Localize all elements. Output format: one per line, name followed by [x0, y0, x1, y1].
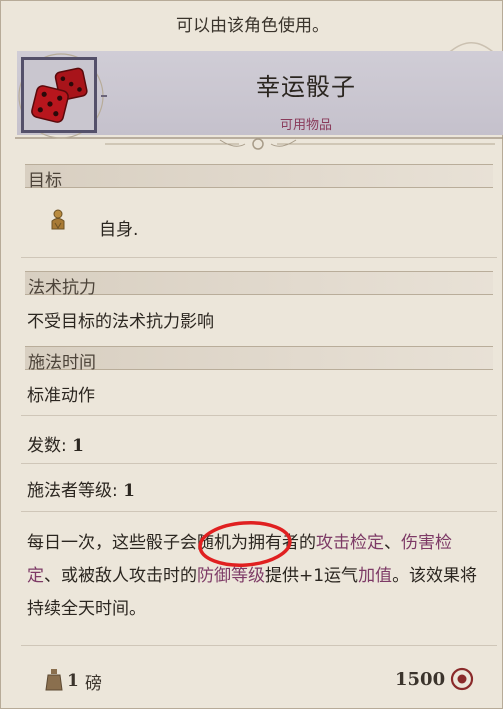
self-target-icon	[51, 209, 65, 230]
usability-note: 可以由该角色使用。	[176, 16, 329, 36]
divider	[21, 415, 497, 416]
caster-level-stat: 施法者等级: 1	[27, 476, 135, 501]
caster-level-value: 1	[123, 481, 135, 501]
desc-text: 提供+1运气	[265, 566, 359, 586]
section-target-header: 目标	[25, 164, 493, 191]
section-target-label: 目标	[28, 171, 62, 191]
weight-icon	[45, 669, 63, 691]
section-resistance-label: 法术抗力	[28, 278, 96, 298]
section-casting-label: 施法时间	[28, 353, 96, 373]
divider	[21, 257, 497, 258]
weight-unit: 磅	[85, 674, 102, 694]
link-bonus[interactable]: 加值	[358, 566, 392, 586]
divider	[21, 511, 497, 512]
charges-stat: 发数: 1	[27, 431, 84, 456]
divider	[21, 645, 497, 646]
divider	[21, 463, 497, 464]
item-footer: 1 磅 1500	[1, 659, 503, 699]
desc-text: 、或被敌人攻击时的	[44, 566, 197, 586]
section-resistance-header: 法术抗力	[25, 271, 493, 298]
link-armor-class[interactable]: 防御等级	[197, 566, 265, 586]
caster-level-label: 施法者等级:	[27, 481, 118, 501]
price-value: 1500	[395, 669, 446, 690]
charges-value: 1	[72, 436, 84, 456]
item-title: 幸运骰子	[256, 73, 356, 101]
coin-icon	[450, 667, 474, 691]
dice-icon	[31, 67, 88, 123]
item-icon-slot[interactable]	[21, 57, 97, 133]
casting-value: 标准动作	[27, 386, 95, 406]
item-tooltip-panel: 可以由该角色使用。 幸运骰子 可用物品 目标 自身. 法术抗力 不受目标的法术抗…	[0, 0, 503, 709]
section-casting-header: 施法时间	[25, 346, 493, 373]
charges-label: 发数:	[27, 436, 67, 456]
red-circle-annotation	[198, 521, 292, 567]
link-attack-roll[interactable]: 攻击检定	[316, 533, 384, 553]
desc-text: 、	[384, 533, 401, 553]
target-value: 自身.	[99, 220, 139, 240]
resistance-value: 不受目标的法术抗力影响	[27, 312, 214, 332]
weight-value: 1	[67, 671, 79, 691]
item-type: 可用物品	[279, 118, 332, 133]
